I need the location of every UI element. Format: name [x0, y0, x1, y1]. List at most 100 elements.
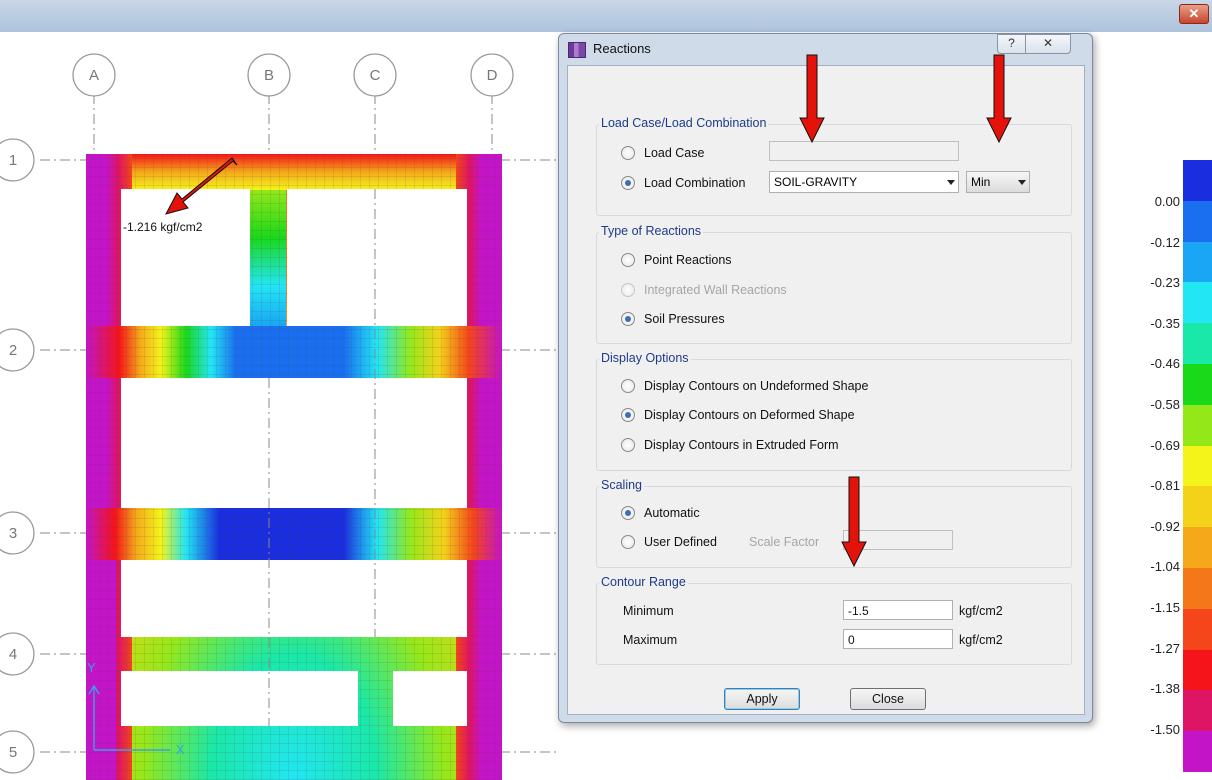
- grid-label-c: C: [370, 67, 381, 84]
- dialog-body: Load Case/Load Combination Load Case Loa…: [567, 65, 1085, 715]
- user-defined-radio[interactable]: User Defined: [621, 535, 717, 549]
- load-case-field: [769, 141, 959, 161]
- legend-tick-label: -0.81: [1150, 478, 1180, 494]
- legend-tick-label: -0.69: [1150, 437, 1180, 453]
- radio-selected-icon: [621, 176, 635, 190]
- legend-swatch: [1183, 200, 1212, 243]
- group-title-display: Display Options: [599, 351, 691, 365]
- legend-tick-label: -0.12: [1150, 234, 1180, 250]
- axis-x-label: X: [176, 742, 185, 757]
- maximum-unit: kgf/cm2: [959, 633, 1003, 647]
- legend-tick-label: -1.15: [1150, 600, 1180, 615]
- soil-pressures-radio[interactable]: Soil Pressures: [621, 312, 725, 326]
- legend-tick-label: -1.04: [1150, 559, 1180, 575]
- axis-y-label: Y: [87, 660, 96, 675]
- load-combination-select[interactable]: SOIL-GRAVITY: [769, 171, 959, 193]
- radio-icon: [621, 146, 635, 160]
- scaling-group: Scaling Automatic User Defined Scale Fac…: [596, 478, 1072, 568]
- load-combination-radio[interactable]: Load Combination: [621, 176, 745, 190]
- group-title-scaling: Scaling: [599, 478, 644, 492]
- type-of-reactions-group: Type of Reactions Point Reactions Integr…: [596, 224, 1072, 344]
- grid-label-a: A: [89, 67, 99, 84]
- group-title-type: Type of Reactions: [599, 224, 704, 238]
- legend-swatch: [1183, 568, 1212, 610]
- legend-swatch: [1183, 649, 1212, 691]
- min-max-select[interactable]: Min: [966, 171, 1030, 193]
- minimum-unit: kgf/cm2: [959, 604, 1003, 618]
- load-case-radio[interactable]: Load Case: [621, 146, 704, 160]
- undeformed-label: Display Contours on Undeformed Shape: [644, 379, 869, 393]
- extruded-label: Display Contours in Extruded Form: [644, 438, 839, 452]
- point-reactions-label: Point Reactions: [644, 253, 732, 267]
- help-button[interactable]: ?: [997, 34, 1026, 54]
- max-pressure-label: -1.216 kgf/cm2: [122, 220, 204, 234]
- load-combination-label: Load Combination: [644, 176, 746, 190]
- window-top-bar: [0, 0, 1212, 32]
- load-combination-value: SOIL-GRAVITY: [774, 175, 858, 189]
- point-reactions-radio[interactable]: Point Reactions: [621, 253, 732, 267]
- integrated-wall-label: Integrated Wall Reactions: [644, 283, 787, 297]
- dialog-close-x-button[interactable]: ✕: [1025, 34, 1071, 54]
- legend-swatch: [1183, 364, 1212, 406]
- legend-swatch: [1183, 690, 1212, 732]
- group-title-load: Load Case/Load Combination: [599, 116, 769, 130]
- minimum-label: Minimum: [623, 604, 674, 618]
- chevron-down-icon: [1018, 180, 1026, 185]
- radio-icon: [621, 535, 635, 549]
- legend-swatch: [1183, 608, 1212, 651]
- legend-tick-label: -0.35: [1150, 315, 1180, 331]
- deformed-radio[interactable]: Display Contours on Deformed Shape: [621, 408, 855, 422]
- legend-swatch: [1183, 404, 1212, 447]
- user-defined-label: User Defined: [644, 535, 717, 549]
- legend-tick-label: -0.46: [1150, 356, 1180, 372]
- legend-tick-label: 0.00: [1154, 194, 1180, 209]
- display-options-group: Display Options Display Contours on Unde…: [596, 351, 1072, 471]
- automatic-label: Automatic: [644, 506, 700, 520]
- radio-icon: [621, 438, 635, 452]
- legend-swatch: [1183, 445, 1212, 487]
- legend-swatch: [1183, 282, 1212, 324]
- legend-swatch: [1183, 323, 1212, 365]
- legend-swatch: [1183, 731, 1212, 773]
- model-canvas: A B C D 1 2 3 4 5 Y X: [0, 53, 560, 780]
- scale-factor-label: Scale Factor: [749, 535, 820, 549]
- legend-tick-label: -0.92: [1150, 518, 1180, 534]
- maximum-label: Maximum: [623, 633, 678, 647]
- integrated-wall-radio: Integrated Wall Reactions: [621, 283, 787, 297]
- grid-label-d: D: [487, 67, 498, 84]
- grid-label-4: 4: [9, 646, 17, 663]
- arrow-down-minimum: [841, 476, 867, 568]
- grid-label-2: 2: [9, 342, 17, 359]
- model-view[interactable]: A B C D 1 2 3 4 5 Y X -1.216 kgf/cm2: [0, 32, 560, 780]
- legend-tick-label: -1.27: [1150, 640, 1180, 656]
- undeformed-radio[interactable]: Display Contours on Undeformed Shape: [621, 379, 868, 393]
- legend-tick-label: -0.58: [1150, 397, 1180, 412]
- radio-icon: [621, 379, 635, 393]
- radio-icon: [621, 253, 635, 267]
- deformed-label: Display Contours on Deformed Shape: [644, 408, 855, 422]
- legend-swatch: [1183, 160, 1212, 202]
- extruded-radio[interactable]: Display Contours in Extruded Form: [621, 438, 839, 452]
- automatic-radio[interactable]: Automatic: [621, 506, 700, 520]
- close-button[interactable]: Close: [850, 688, 926, 710]
- chevron-down-icon: [947, 180, 955, 185]
- legend-tick-label: -0.23: [1150, 275, 1180, 291]
- maximum-input[interactable]: 0: [843, 629, 953, 649]
- contour-legend-bar: [1183, 160, 1212, 773]
- arrow-down-min-select: [986, 54, 1012, 144]
- grid-label-b: B: [264, 67, 274, 84]
- legend-swatch: [1183, 527, 1212, 569]
- radio-selected-icon: [621, 506, 635, 520]
- grid-label-5: 5: [9, 744, 17, 761]
- window-close-button[interactable]: ✕: [1179, 4, 1209, 24]
- apply-button[interactable]: Apply: [724, 688, 800, 710]
- legend-swatch: [1183, 486, 1212, 528]
- minimum-input[interactable]: -1.5: [843, 600, 953, 620]
- grid-label-3: 3: [9, 525, 17, 542]
- radio-icon: [621, 283, 635, 297]
- legend-tick-label: -1.38: [1150, 681, 1180, 697]
- reactions-app-icon: [568, 42, 586, 58]
- contour-range-group: Contour Range Minimum -1.5 kgf/cm2 Maxim…: [596, 575, 1072, 665]
- grid-label-1: 1: [9, 152, 17, 169]
- min-max-value: Min: [971, 175, 991, 189]
